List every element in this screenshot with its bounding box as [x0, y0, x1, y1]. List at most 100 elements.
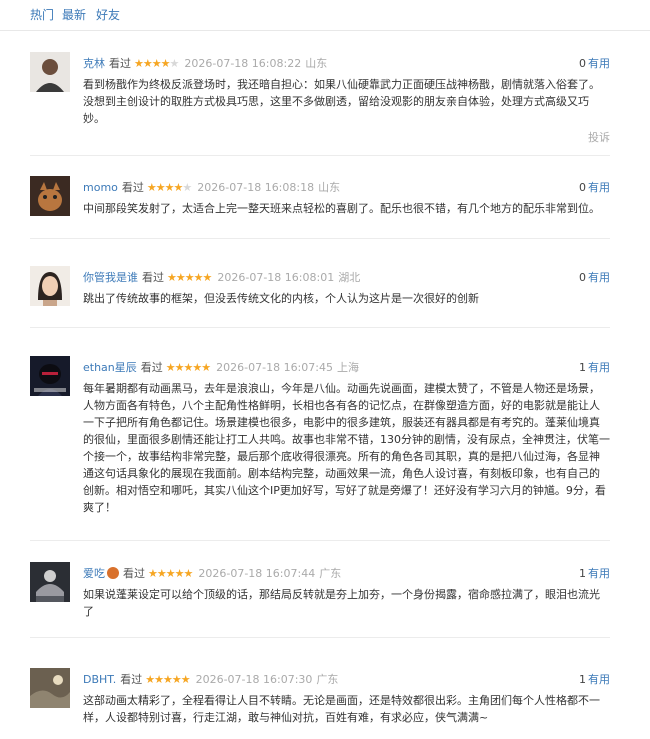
comment-meta: momo 看过 ★★★★★ 2026-07-18 16:08:18 山东 — [83, 179, 340, 195]
star-empty-icon: ★ — [182, 181, 192, 194]
comment-meta: DBHT. 看过 ★★★★★ 2026-07-18 16:07:30 广东 — [83, 671, 338, 687]
comment-time: 2026-07-18 16:07:44 — [198, 567, 316, 580]
star-filled-icon: ★ — [171, 673, 182, 686]
useful-count: 1 — [579, 361, 586, 374]
username-link[interactable]: 爱吃 — [83, 567, 105, 580]
star-filled-icon: ★ — [192, 361, 202, 374]
report-link[interactable]: 投诉 — [588, 129, 610, 145]
useful-control: 0 有用 — [579, 55, 610, 71]
star-filled-icon: ★ — [148, 567, 158, 580]
status-label: 看过 — [123, 567, 145, 580]
divider — [30, 540, 610, 541]
comment-meta: ethan星辰 看过 ★★★★★ 2026-07-18 16:07:45 上海 — [83, 359, 359, 375]
comment-meta: 克林 看过 ★★★★★ 2026-07-18 16:08:22 山东 — [83, 55, 327, 71]
comment-item: momo 看过 ★★★★★ 2026-07-18 16:08:18 山东 0 有用 中间那… — [30, 176, 610, 226]
avatar[interactable] — [30, 356, 70, 396]
star-filled-icon: ★ — [134, 57, 144, 70]
star-filled-icon: ★ — [146, 181, 157, 194]
comment-item: 克林 看过 ★★★★★ 2026-07-18 16:08:22 山东 0 有用 看到杨戬作… — [30, 52, 610, 147]
comment-location: 山东 — [318, 181, 341, 194]
comment-text: 每年暑期都有动画黑马，去年是浪浪山，今年是八仙。动画先说画面，建模太赞了，不管是… — [83, 382, 610, 514]
comment-meta: 你管我是谁 看过 ★★★★★ 2026-07-18 16:08:01 湖北 — [83, 269, 360, 285]
comment-item: ethan星辰 看过 ★★★★★ 2026-07-18 16:07:45 上海 1 有用 … — [30, 356, 610, 526]
star-filled-icon: ★ — [155, 181, 166, 194]
star-rating: ★★★★★ — [167, 271, 213, 284]
useful-control: 1 有用 — [579, 671, 610, 687]
star-filled-icon: ★ — [183, 567, 194, 580]
username-link[interactable]: 你管我是谁 — [83, 271, 138, 284]
comment-text: 中间那段笑发射了，太适合上完一整天班来点轻松的喜剧了。配乐也很不错，有几个地方的… — [83, 202, 600, 215]
comment-text: 看到杨戬作为终极反派登场时，我还暗自担心：如果八仙硬靠武力正面硬压战神杨戬，剧情… — [83, 78, 600, 125]
username-link[interactable]: 克林 — [83, 57, 105, 70]
useful-button[interactable]: 有用 — [588, 673, 610, 686]
status-label: 看过 — [121, 181, 144, 194]
avatar[interactable] — [30, 668, 70, 708]
comment-time: 2026-07-18 16:07:30 — [195, 673, 313, 686]
username-link[interactable]: momo — [83, 181, 118, 194]
comment-time: 2026-07-18 16:08:01 — [217, 271, 335, 284]
comment-item: DBHT. 看过 ★★★★★ 2026-07-18 16:07:30 广东 1 有用 这部… — [30, 668, 610, 728]
useful-control: 1 有用 — [579, 565, 610, 581]
tab-latest[interactable]: 最新 — [62, 6, 86, 23]
status-label: 看过 — [142, 271, 164, 284]
comment-location: 湖北 — [338, 271, 361, 284]
comment-meta: 爱吃 看过 ★★★★★ 2026-07-18 16:07:44 广东 — [83, 565, 341, 581]
star-filled-icon: ★ — [142, 57, 153, 70]
useful-button[interactable]: 有用 — [588, 181, 610, 194]
star-filled-icon: ★ — [180, 673, 191, 686]
useful-button[interactable]: 有用 — [588, 271, 610, 284]
divider — [30, 155, 610, 156]
comment-text: 跳出了传统故事的框架，但没丢传统文化的内核，个人认为这片是一次很好的创新 — [83, 292, 479, 305]
username-link[interactable]: ethan星辰 — [83, 361, 137, 374]
avatar[interactable] — [30, 562, 70, 602]
star-rating: ★★★★★ — [148, 567, 194, 580]
star-empty-icon: ★ — [169, 57, 180, 70]
star-filled-icon: ★ — [162, 673, 173, 686]
comment-location: 山东 — [305, 57, 328, 70]
avatar[interactable] — [30, 176, 70, 216]
status-label: 看过 — [109, 57, 131, 70]
status-label: 看过 — [140, 361, 163, 374]
useful-button[interactable]: 有用 — [588, 567, 610, 580]
star-filled-icon: ★ — [174, 567, 185, 580]
status-label: 看过 — [120, 673, 143, 686]
tab-friends[interactable]: 好友 — [96, 6, 120, 23]
star-filled-icon: ★ — [165, 361, 176, 374]
comment-tabs: 热门 最新 好友 — [0, 0, 650, 31]
star-rating: ★★★★★ — [146, 181, 192, 194]
star-filled-icon: ★ — [160, 57, 171, 70]
comment-item: 爱吃 看过 ★★★★★ 2026-07-18 16:07:44 广东 1 有用 如果说蓬莱… — [30, 562, 610, 618]
useful-button[interactable]: 有用 — [588, 361, 610, 374]
star-filled-icon: ★ — [202, 271, 213, 284]
divider — [30, 238, 610, 239]
username-link[interactable]: DBHT. — [83, 673, 116, 686]
useful-control: 0 有用 — [579, 179, 610, 195]
useful-button[interactable]: 有用 — [588, 57, 610, 70]
comment-time: 2026-07-18 16:08:22 — [184, 57, 302, 70]
star-filled-icon: ★ — [193, 271, 204, 284]
comment-location: 上海 — [336, 361, 359, 374]
star-rating: ★★★★★ — [134, 57, 180, 70]
comment-location: 广东 — [319, 567, 342, 580]
useful-count: 0 — [579, 181, 586, 194]
useful-count: 1 — [579, 567, 586, 580]
star-filled-icon: ★ — [174, 361, 185, 374]
comment-time: 2026-07-18 16:08:18 — [197, 181, 315, 194]
star-filled-icon: ★ — [154, 673, 164, 686]
star-filled-icon: ★ — [145, 673, 155, 686]
divider — [30, 327, 610, 328]
star-filled-icon: ★ — [175, 271, 186, 284]
comment-text: 如果说蓬莱设定可以给个顶级的话，那结局反转就是夯上加夯，一个身份揭露，宿命感拉满… — [83, 588, 600, 618]
useful-count: 1 — [579, 673, 586, 686]
avatar[interactable] — [30, 52, 70, 92]
avatar[interactable] — [30, 266, 70, 306]
comment-time: 2026-07-18 16:07:45 — [216, 361, 333, 374]
star-filled-icon: ★ — [156, 567, 167, 580]
star-filled-icon: ★ — [164, 181, 175, 194]
star-filled-icon: ★ — [167, 271, 177, 284]
comment-text: 这部动画太精彩了，全程看得让人目不转睛。无论是画面，还是特效都很出彩。主角团们每… — [83, 694, 600, 724]
star-rating: ★★★★★ — [145, 673, 191, 686]
comment-item: 你管我是谁 看过 ★★★★★ 2026-07-18 16:08:01 湖北 0 有用 跳出… — [30, 266, 610, 316]
tab-hot[interactable]: 热门 — [30, 6, 54, 23]
useful-count: 0 — [579, 57, 586, 70]
